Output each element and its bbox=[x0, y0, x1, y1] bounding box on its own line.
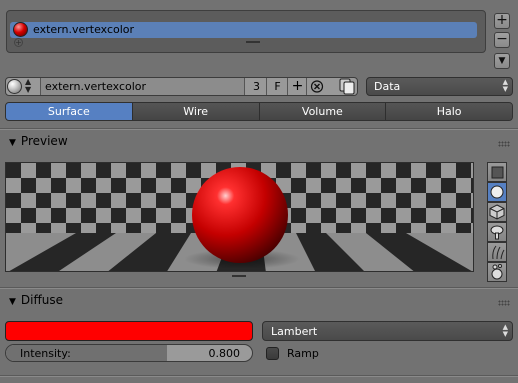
new-material-button[interactable]: + bbox=[289, 78, 307, 95]
sphere-sky-icon bbox=[491, 264, 503, 280]
panel-divider-highlight bbox=[0, 288, 518, 289]
material-type-tabs: Surface Wire Volume Halo bbox=[5, 102, 513, 121]
ramp-checkbox[interactable] bbox=[266, 347, 279, 360]
preview-sphere bbox=[192, 167, 288, 263]
preview-panel-title: Preview bbox=[20, 134, 68, 148]
preview-sphere-button[interactable] bbox=[487, 182, 507, 202]
sphere-icon bbox=[490, 185, 504, 199]
panel-divider-highlight bbox=[0, 376, 518, 377]
preview-panel-header[interactable]: ▼ Preview bbox=[9, 134, 68, 148]
panel-drag-handle-icon[interactable] bbox=[498, 141, 510, 147]
diffuse-panel-title: Diffuse bbox=[20, 293, 64, 307]
slot-add-small-icon[interactable]: + bbox=[14, 38, 23, 47]
material-sphere-icon bbox=[13, 22, 28, 37]
diffuse-color-swatch[interactable] bbox=[5, 321, 253, 341]
tab-volume[interactable]: Volume bbox=[259, 103, 387, 120]
panel-divider-highlight bbox=[0, 129, 518, 130]
dropdown-arrows-icon: ▲ ▼ bbox=[502, 323, 508, 338]
browse-arrows-icon[interactable]: ▲ ▼ bbox=[25, 78, 31, 94]
dropdown-arrows-icon: ▲ ▼ bbox=[502, 78, 508, 93]
cube-icon bbox=[489, 204, 505, 220]
plus-icon: + bbox=[291, 78, 304, 94]
fake-user-text: F bbox=[274, 80, 281, 93]
users-count-button[interactable]: 3 bbox=[247, 78, 267, 95]
preview-hair-button[interactable] bbox=[487, 242, 507, 262]
link-data-label: Data bbox=[374, 80, 401, 93]
tab-halo[interactable]: Halo bbox=[386, 103, 512, 120]
close-icon bbox=[310, 80, 324, 93]
intensity-slider[interactable]: Intensity: 0.800 bbox=[5, 344, 253, 362]
copy-paste-icon bbox=[339, 78, 355, 95]
intensity-label: Intensity: bbox=[20, 347, 71, 360]
users-count-text: 3 bbox=[253, 80, 260, 93]
material-name-text: extern.vertexcolor bbox=[45, 80, 147, 93]
monkey-icon bbox=[490, 225, 504, 240]
preview-cube-button[interactable] bbox=[487, 202, 507, 222]
diffuse-shader-label: Lambert bbox=[271, 325, 318, 338]
ramp-label: Ramp bbox=[287, 347, 319, 360]
preview-render bbox=[6, 163, 473, 271]
remove-slot-button[interactable]: − bbox=[494, 32, 510, 48]
node-tree-button[interactable] bbox=[337, 77, 357, 96]
material-preview bbox=[5, 162, 474, 272]
panel-drag-handle-icon[interactable] bbox=[498, 300, 510, 306]
preview-sphere-sky-button[interactable] bbox=[487, 262, 507, 282]
link-data-dropdown[interactable]: Data ▲ ▼ bbox=[366, 77, 513, 96]
collapse-triangle-icon: ▼ bbox=[9, 138, 16, 148]
collapse-triangle-icon: ▼ bbox=[9, 297, 16, 307]
tab-surface[interactable]: Surface bbox=[6, 103, 133, 120]
intensity-value: 0.800 bbox=[208, 347, 241, 360]
tab-wire[interactable]: Wire bbox=[132, 103, 260, 120]
plane-icon bbox=[491, 166, 504, 179]
list-resize-grip[interactable] bbox=[246, 41, 260, 43]
preview-resize-grip[interactable] bbox=[232, 275, 246, 277]
preview-monkey-button[interactable] bbox=[487, 222, 507, 242]
add-slot-button[interactable]: + bbox=[494, 13, 510, 29]
diffuse-shader-dropdown[interactable]: Lambert ▲ ▼ bbox=[262, 321, 513, 341]
hair-icon bbox=[492, 245, 505, 260]
preview-plane-button[interactable] bbox=[487, 162, 507, 182]
material-slot-name: extern.vertexcolor bbox=[33, 23, 135, 36]
browse-material-icon[interactable] bbox=[7, 79, 22, 94]
material-name-field[interactable]: extern.vertexcolor bbox=[40, 78, 245, 95]
diffuse-panel-header[interactable]: ▼ Diffuse bbox=[9, 293, 63, 307]
unlink-material-button[interactable] bbox=[308, 78, 326, 95]
fake-user-button[interactable]: F bbox=[268, 78, 288, 95]
slot-specials-button[interactable]: ▼ bbox=[494, 53, 510, 69]
